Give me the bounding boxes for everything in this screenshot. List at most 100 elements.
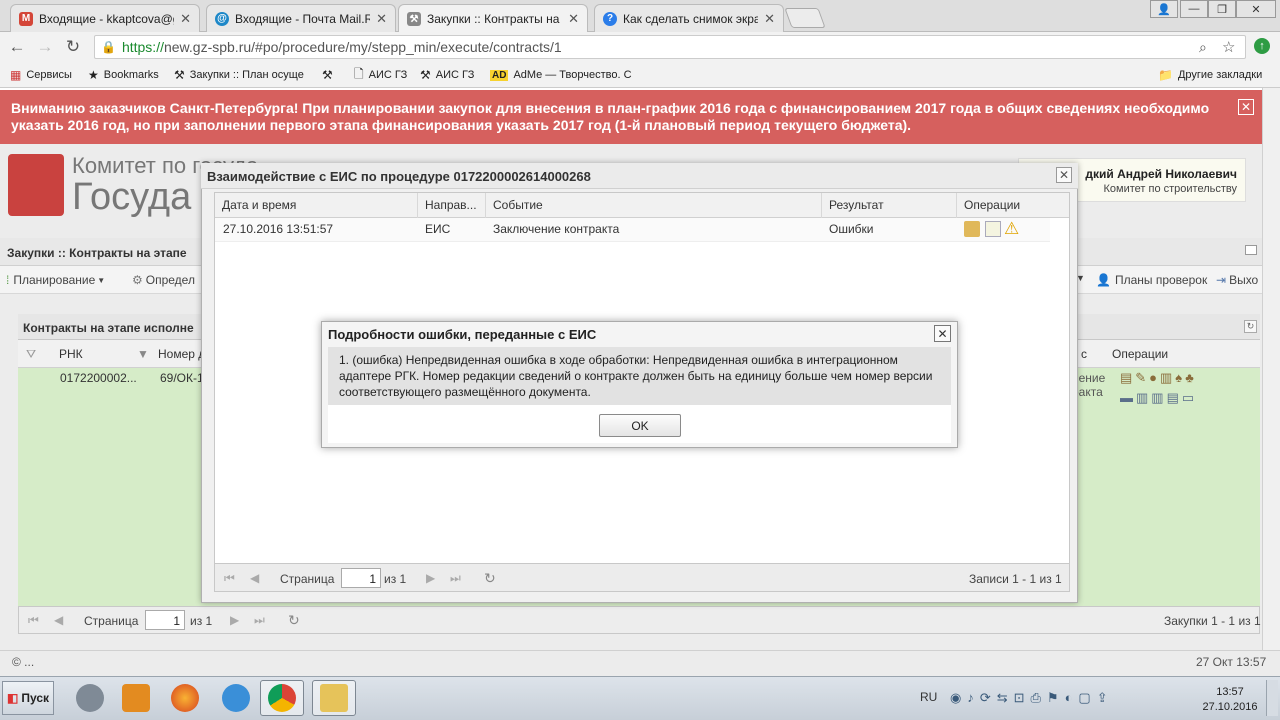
media-player-icon	[122, 684, 150, 712]
menu-exit[interactable]: ⇥ Выхо	[1216, 273, 1258, 287]
tab-help[interactable]: ? Как сделать снимок экран ✕	[594, 4, 784, 32]
refresh-icon[interactable]: ↻	[1244, 320, 1257, 333]
show-desktop-button[interactable]	[1266, 680, 1278, 716]
bookmark-label: АИС ГЗ	[435, 69, 475, 81]
lock-icon: 🔒	[101, 40, 116, 54]
back-icon[interactable]: ←	[7, 37, 27, 57]
next-page-icon[interactable]: ▶	[426, 571, 435, 585]
update-icon[interactable]: ↑	[1254, 38, 1270, 54]
reload-icon[interactable]: ↻	[63, 37, 83, 57]
column-number[interactable]: Номер д	[158, 347, 205, 361]
refresh-icon[interactable]: ↻	[484, 570, 496, 587]
page-count: из 1	[190, 614, 213, 628]
tab-zakupki[interactable]: ⚒ Закупки :: Контракты на э ✕	[398, 4, 588, 33]
cell-rnk: 0172200002...	[60, 371, 137, 385]
column-rnk[interactable]: РНК	[59, 347, 83, 361]
close-icon[interactable]: ✕	[764, 11, 775, 27]
bookmark-label: Закупки :: План осуще	[189, 69, 304, 81]
minimize-button[interactable]: —	[1180, 0, 1208, 18]
dialog-title: Подробности ошибки, переданные с ЕИС	[321, 321, 958, 347]
close-icon[interactable]: ✕	[1238, 99, 1254, 115]
prev-page-icon[interactable]: ◀	[54, 613, 63, 627]
filter-icon[interactable]: ▼	[137, 347, 149, 361]
folder-icon	[320, 684, 348, 712]
document-icon[interactable]	[985, 221, 1001, 237]
menu-plans[interactable]: 👤 Планы проверок	[1096, 273, 1207, 287]
collapse-icon[interactable]	[1245, 245, 1257, 255]
operations-icons-row2[interactable]: ▬▥▥▤▭	[1120, 390, 1197, 406]
footer-copyright: © ...	[12, 655, 35, 669]
bookmark-zakupki[interactable]: ⚒ Закупки :: План осуще	[174, 66, 304, 84]
close-icon[interactable]: ✕	[376, 11, 387, 27]
bookmark-other[interactable]: 📁 Другие закладки	[1158, 66, 1262, 84]
column-event[interactable]: Событие	[493, 198, 543, 212]
clock-date: 27.10.2016	[1202, 701, 1258, 713]
next-page-icon[interactable]: ▶	[230, 613, 239, 627]
menu-define[interactable]: ⚙ Определ	[132, 273, 195, 287]
forward-icon[interactable]: →	[35, 37, 55, 57]
clock[interactable]: 13:57 27.10.2016	[1198, 685, 1262, 715]
error-text: 1. (ошибка) Непредвиденная ошибка в ходе…	[339, 353, 933, 399]
filter-clear-icon[interactable]: ⛛	[26, 347, 36, 362]
refresh-icon[interactable]: ↻	[288, 612, 300, 629]
tray-icons[interactable]: ◉♪⟳⇆⊡⎙⚑◐▢⇪	[950, 690, 1114, 706]
user-icon: 👤	[1096, 273, 1111, 287]
close-icon[interactable]: ✕	[568, 11, 579, 27]
first-page-icon[interactable]: ⏮	[224, 571, 235, 586]
column-c[interactable]: с	[1081, 347, 1087, 361]
taskbar-firefox[interactable]	[163, 680, 207, 716]
close-icon[interactable]: ✕	[180, 11, 191, 27]
close-icon[interactable]: ✕	[934, 325, 951, 342]
close-window-button[interactable]: ✕	[1236, 0, 1276, 18]
bookmark-services[interactable]: ▦ Сервисы	[10, 66, 72, 84]
profile-button[interactable]: 👤	[1150, 0, 1178, 18]
start-button[interactable]: ◧ Пуск	[2, 681, 54, 715]
bookmark-bookmarks[interactable]: ★ Bookmarks	[88, 66, 159, 84]
column-separator	[821, 193, 822, 218]
bookmark-ais-1[interactable]: 🗋 АИС ГЗ	[354, 66, 407, 84]
tab-gmail[interactable]: M Входящие - kkaptcova@gm ✕	[10, 4, 200, 32]
menu-label: Выхо	[1229, 273, 1259, 287]
table-row[interactable]	[215, 218, 1050, 242]
bookmark-hammer[interactable]: ⚒	[322, 66, 338, 84]
notice-banner: Вниманию заказчиков Санкт-Петербурга! Пр…	[0, 90, 1262, 144]
maximize-button[interactable]: ❐	[1208, 0, 1236, 18]
ok-button[interactable]: OK	[599, 414, 681, 437]
close-icon[interactable]: ✕	[1056, 167, 1072, 183]
help-icon: ?	[603, 11, 617, 26]
zoom-icon[interactable]: ⌕	[1199, 39, 1207, 56]
new-tab-button[interactable]	[784, 8, 826, 28]
operations-icons[interactable]: ▤✎●▥♠♣	[1120, 370, 1197, 386]
planning-icon: ⁞	[6, 273, 10, 287]
column-direction[interactable]: Направ...	[425, 198, 477, 212]
page-input[interactable]: 1	[145, 610, 185, 630]
prev-page-icon[interactable]: ◀	[250, 571, 259, 585]
url-input[interactable]: 🔒 https:// new.gz-spb.ru/#po/procedure/m…	[94, 35, 1246, 59]
folder-icon: 📁	[1158, 68, 1173, 82]
tab-title: Входящие - Почта Mail.Ru	[235, 11, 371, 26]
package-icon[interactable]	[964, 221, 980, 237]
tab-mail-ru[interactable]: @ Входящие - Почта Mail.Ru ✕	[206, 4, 396, 32]
last-page-icon[interactable]: ⏭	[254, 613, 265, 628]
column-result[interactable]: Результат	[829, 198, 884, 212]
menu-planning[interactable]: ⁞ Планирование ▼	[6, 273, 105, 287]
taskbar-ie[interactable]	[214, 680, 258, 716]
page-input[interactable]: 1	[341, 568, 381, 588]
column-separator	[417, 193, 418, 218]
taskbar-chrome[interactable]	[260, 680, 304, 716]
column-separator	[956, 193, 957, 218]
column-datetime[interactable]: Дата и время	[222, 198, 296, 212]
language-indicator[interactable]: RU	[920, 690, 937, 704]
first-page-icon[interactable]: ⏮	[28, 613, 39, 628]
scrollbar[interactable]	[1262, 88, 1280, 650]
taskbar-media-player[interactable]	[114, 680, 158, 716]
taskbar-app-1[interactable]	[68, 680, 112, 716]
bookmark-ais-2[interactable]: ⚒ АИС ГЗ	[420, 66, 474, 84]
bookmark-adme[interactable]: AD AdMe — Творчество. С	[490, 66, 632, 84]
last-page-icon[interactable]: ⏭	[450, 571, 461, 586]
bookmark-label: AdMe — Творчество. С	[513, 69, 632, 81]
pager-info: Записи 1 - 1 из 1	[969, 572, 1062, 586]
star-icon[interactable]: ☆	[1222, 38, 1235, 56]
taskbar-explorer[interactable]	[312, 680, 356, 716]
warning-icon[interactable]: ⚠	[1004, 219, 1019, 239]
